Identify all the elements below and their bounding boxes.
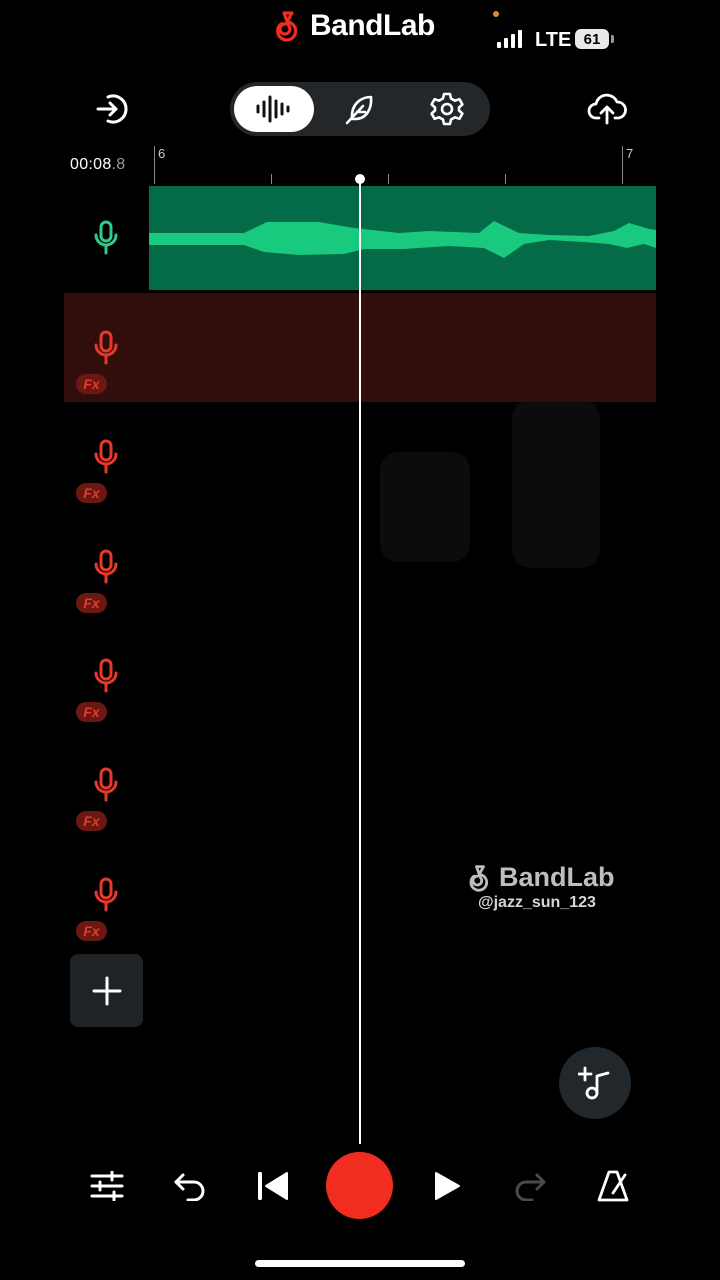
microphone-icon (94, 877, 118, 912)
microphone-icon (94, 330, 118, 365)
record-button[interactable] (326, 1152, 393, 1219)
exit-arrow-icon (96, 94, 128, 124)
network-type: LTE (535, 29, 572, 51)
audio-waveform (149, 221, 656, 258)
track-1-region[interactable] (149, 186, 656, 290)
bandlab-logo-icon (469, 864, 489, 892)
watermark-brand: BandLab (499, 862, 615, 892)
metronome-icon (597, 1170, 629, 1202)
track-5-fx-button[interactable]: Fx (76, 702, 107, 722)
watermark-logo: BandLab (466, 862, 615, 893)
bandlab-logo-icon (276, 11, 298, 42)
time-fraction: .8 (111, 156, 126, 173)
bar-marker-start (154, 146, 155, 184)
skip-to-start-button[interactable] (243, 1156, 303, 1216)
microphone-icon (94, 220, 118, 255)
track-7-mic[interactable] (88, 875, 124, 915)
playhead-line[interactable] (359, 178, 361, 1144)
add-music-button[interactable] (559, 1047, 631, 1119)
play-icon (435, 1172, 460, 1200)
brand-name: BandLab (310, 9, 435, 42)
privacy-indicator (493, 11, 499, 17)
track-3-mic[interactable] (88, 437, 124, 477)
waveform-icon (256, 95, 290, 123)
track-2-mic[interactable] (88, 328, 124, 368)
track-7-fx-button[interactable]: Fx (76, 921, 107, 941)
microphone-icon (94, 549, 118, 584)
bar-marker-end (622, 146, 623, 184)
mixer-button[interactable] (77, 1156, 137, 1216)
add-music-note-icon (578, 1066, 610, 1100)
track-1-mic[interactable] (88, 218, 124, 258)
feather-icon (345, 95, 373, 125)
cellular-signal-icon (497, 30, 522, 48)
track-6-mic[interactable] (88, 765, 124, 805)
home-indicator (255, 1260, 465, 1267)
undo-icon (174, 1173, 205, 1201)
battery-cap (611, 35, 614, 43)
track-3-fx-button[interactable]: Fx (76, 483, 107, 503)
microphone-icon (94, 658, 118, 693)
skip-to-start-icon (258, 1172, 288, 1200)
ghost-tile (380, 452, 470, 562)
plus-icon (92, 976, 121, 1005)
exit-button[interactable] (82, 79, 142, 139)
cloud-upload-icon (587, 93, 627, 125)
bar-label-start: 6 (158, 146, 166, 161)
upload-button[interactable] (577, 79, 637, 139)
add-track-button[interactable] (70, 954, 143, 1027)
track-5-mic[interactable] (88, 656, 124, 696)
microphone-icon (94, 767, 118, 802)
redo-icon (515, 1173, 546, 1201)
battery-level: 61 (575, 29, 609, 49)
tab-lyrics[interactable] (320, 86, 400, 132)
redo-button[interactable] (500, 1156, 560, 1216)
ghost-tile (512, 400, 600, 568)
bandlab-logo: BandLab (272, 6, 435, 46)
gear-icon (430, 92, 464, 126)
bar-label-end: 7 (626, 146, 634, 161)
beat-tick (388, 174, 389, 184)
play-button[interactable] (417, 1156, 477, 1216)
track-2-fx-button[interactable]: Fx (76, 374, 107, 394)
mixer-sliders-icon (90, 1171, 124, 1201)
beat-tick (505, 174, 506, 184)
metronome-button[interactable] (583, 1156, 643, 1216)
beat-tick (271, 174, 272, 184)
watermark-handle: @jazz_sun_123 (478, 894, 596, 911)
time-main: 00:08 (70, 156, 112, 173)
microphone-icon (94, 439, 118, 474)
track-4-mic[interactable] (88, 547, 124, 587)
track-4-fx-button[interactable]: Fx (76, 593, 107, 613)
playhead-handle[interactable] (355, 174, 365, 184)
playhead-time: 00:08.8 (70, 156, 126, 174)
tab-tracks[interactable] (234, 86, 314, 132)
undo-button[interactable] (160, 1156, 220, 1216)
tab-settings[interactable] (407, 86, 487, 132)
track-6-fx-button[interactable]: Fx (76, 811, 107, 831)
